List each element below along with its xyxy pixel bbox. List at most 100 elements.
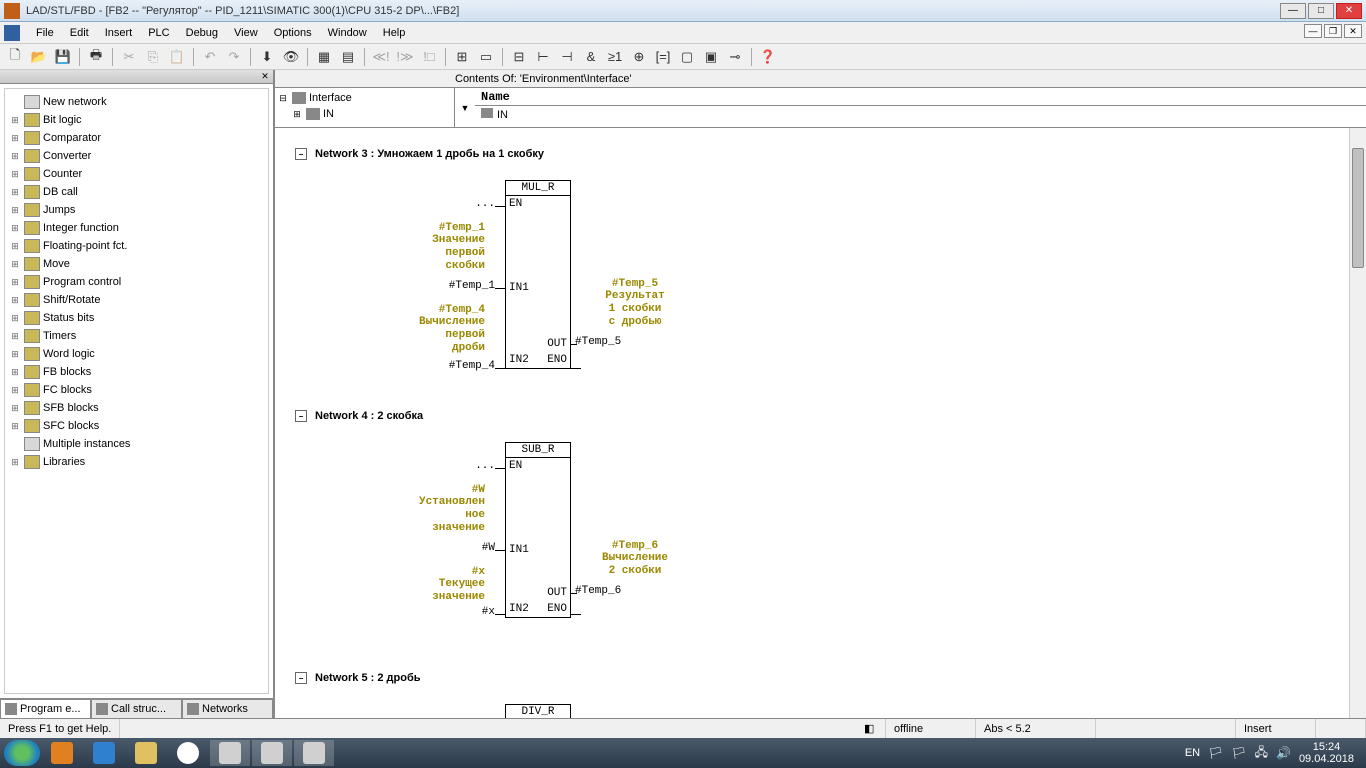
tree-sfc-blocks[interactable]: ⊞SFC blocks bbox=[9, 417, 264, 435]
in1-var[interactable]: #Temp_1 bbox=[415, 280, 495, 292]
tree-move[interactable]: ⊞Move bbox=[9, 255, 264, 273]
tab-program-elements[interactable]: Program e... bbox=[0, 699, 91, 718]
in2-var[interactable]: #Temp_4 bbox=[415, 360, 495, 372]
compare-icon[interactable]: ▣ bbox=[700, 46, 722, 68]
tree-libraries[interactable]: ⊞Libraries bbox=[9, 453, 264, 471]
menu-options[interactable]: Options bbox=[266, 25, 320, 41]
print-icon[interactable]: 🖶 bbox=[85, 46, 107, 68]
tree-sfb-blocks[interactable]: ⊞SFB blocks bbox=[9, 399, 264, 417]
sub-r-block[interactable]: SUB_R EN IN1 OUT IN2ENO bbox=[505, 442, 571, 618]
inner-restore-button[interactable]: ❐ bbox=[1324, 24, 1342, 38]
clock[interactable]: 15:24 09.04.2018 bbox=[1299, 741, 1354, 765]
taskbar-chrome[interactable] bbox=[168, 740, 208, 766]
tree-integer-function[interactable]: ⊞Integer function bbox=[9, 219, 264, 237]
tab-networks[interactable]: Networks bbox=[182, 699, 273, 718]
mul-r-block[interactable]: MUL_R EN IN1 OUT IN2ENO bbox=[505, 180, 571, 369]
tree-jumps[interactable]: ⊞Jumps bbox=[9, 201, 264, 219]
tree-counter[interactable]: ⊞Counter bbox=[9, 165, 264, 183]
network-3[interactable]: −Network 3 : Умножаем 1 дробь на 1 скобк… bbox=[275, 148, 1366, 380]
flag-icon[interactable]: 🏳 bbox=[1208, 746, 1223, 760]
tab-call-structure[interactable]: Call struc... bbox=[91, 699, 182, 718]
menu-view[interactable]: View bbox=[226, 25, 266, 41]
sidebar-close-icon[interactable]: ✕ bbox=[259, 70, 271, 82]
tree-fc-blocks[interactable]: ⊞FC blocks bbox=[9, 381, 264, 399]
network-insert-icon[interactable]: ⊟ bbox=[508, 46, 530, 68]
in1-var[interactable]: #W bbox=[445, 542, 495, 554]
tree-shift-rotate[interactable]: ⊞Shift/Rotate bbox=[9, 291, 264, 309]
minimize-button[interactable]: — bbox=[1280, 3, 1306, 19]
tree-new-network[interactable]: New network bbox=[9, 93, 264, 111]
menu-window[interactable]: Window bbox=[320, 25, 375, 41]
elements-tree[interactable]: New network ⊞Bit logic ⊞Comparator ⊞Conv… bbox=[4, 88, 269, 694]
assign-icon[interactable]: [=] bbox=[652, 46, 674, 68]
network-4[interactable]: −Network 4 : 2 скобка SUB_R EN IN1 OUT I… bbox=[275, 410, 1366, 642]
tree-timers[interactable]: ⊞Timers bbox=[9, 327, 264, 345]
tree-program-control[interactable]: ⊞Program control bbox=[9, 273, 264, 291]
tree-status-bits[interactable]: ⊞Status bits bbox=[9, 309, 264, 327]
start-button[interactable] bbox=[4, 740, 40, 766]
or-box-icon[interactable]: ≥1 bbox=[604, 46, 626, 68]
view-overview-icon[interactable]: ⊞ bbox=[451, 46, 473, 68]
inner-close-button[interactable]: ✕ bbox=[1344, 24, 1362, 38]
menu-edit[interactable]: Edit bbox=[62, 25, 97, 41]
collapse-icon[interactable]: − bbox=[295, 148, 307, 160]
scrollbar-thumb[interactable] bbox=[1352, 148, 1364, 268]
menu-help[interactable]: Help bbox=[375, 25, 414, 41]
catalog-icon[interactable]: ▦ bbox=[313, 46, 335, 68]
tree-bit-logic[interactable]: ⊞Bit logic bbox=[9, 111, 264, 129]
taskbar-explorer[interactable] bbox=[126, 740, 166, 766]
collapse-icon[interactable]: − bbox=[295, 410, 307, 422]
menu-insert[interactable]: Insert bbox=[97, 25, 141, 41]
tree-multiple-instances[interactable]: Multiple instances bbox=[9, 435, 264, 453]
save-icon[interactable]: 💾 bbox=[52, 46, 74, 68]
branch-open-icon[interactable]: ⊢ bbox=[532, 46, 554, 68]
tree-floating-point[interactable]: ⊞Floating-point fct. bbox=[9, 237, 264, 255]
en-value[interactable]: ... bbox=[435, 198, 495, 210]
en-value[interactable]: ... bbox=[435, 460, 495, 472]
div-r-block[interactable]: DIV_R EN bbox=[505, 704, 571, 718]
maximize-button[interactable]: □ bbox=[1308, 3, 1334, 19]
folder-icon bbox=[24, 185, 40, 199]
in2-var[interactable]: #x bbox=[445, 606, 495, 618]
branch-close-icon[interactable]: ⊣ bbox=[556, 46, 578, 68]
open-icon[interactable]: 📂 bbox=[28, 46, 50, 68]
menu-file[interactable]: File bbox=[28, 25, 62, 41]
vertical-scrollbar[interactable] bbox=[1349, 128, 1366, 718]
tree-comparator[interactable]: ⊞Comparator bbox=[9, 129, 264, 147]
taskbar-media-player[interactable] bbox=[42, 740, 82, 766]
interface-tree[interactable]: ⊟Interface ⊞IN bbox=[275, 88, 455, 127]
network-icon[interactable]: 🖧 bbox=[1255, 743, 1268, 764]
tree-fb-blocks[interactable]: ⊞FB blocks bbox=[9, 363, 264, 381]
volume-icon[interactable]: 🔊 bbox=[1276, 746, 1291, 760]
and-box-icon[interactable]: & bbox=[580, 46, 602, 68]
tree-db-call[interactable]: ⊞DB call bbox=[9, 183, 264, 201]
menu-plc[interactable]: PLC bbox=[140, 25, 177, 41]
action-center-icon[interactable]: 🏳 bbox=[1231, 746, 1246, 760]
out-var[interactable]: #Temp_5 bbox=[575, 336, 621, 348]
network-5[interactable]: −Network 5 : 2 дробь DIV_R EN ... bbox=[275, 672, 1366, 718]
out-var[interactable]: #Temp_6 bbox=[575, 585, 621, 597]
download-icon[interactable]: ⬇ bbox=[256, 46, 278, 68]
xor-box-icon[interactable]: ⊕ bbox=[628, 46, 650, 68]
ref-icon[interactable]: ▤ bbox=[337, 46, 359, 68]
menu-debug[interactable]: Debug bbox=[178, 25, 226, 41]
tree-converter[interactable]: ⊞Converter bbox=[9, 147, 264, 165]
connector-icon[interactable]: ▢ bbox=[676, 46, 698, 68]
new-icon[interactable]: 🗋 bbox=[4, 46, 26, 68]
dropdown-icon[interactable]: ▼ bbox=[461, 103, 470, 113]
view-detail-icon[interactable]: ▭ bbox=[475, 46, 497, 68]
negate-icon[interactable]: ⊸ bbox=[724, 46, 746, 68]
language-indicator[interactable]: EN bbox=[1185, 747, 1200, 759]
taskbar-paint[interactable] bbox=[294, 740, 334, 766]
tree-word-logic[interactable]: ⊞Word logic bbox=[9, 345, 264, 363]
monitor-icon[interactable]: 👁 bbox=[280, 46, 302, 68]
taskbar-simatic[interactable] bbox=[252, 740, 292, 766]
taskbar-ie[interactable] bbox=[84, 740, 124, 766]
ladder-canvas[interactable]: −Network 3 : Умножаем 1 дробь на 1 скобк… bbox=[275, 128, 1366, 718]
help-icon[interactable]: ❓ bbox=[757, 46, 779, 68]
taskbar-app1[interactable] bbox=[210, 740, 250, 766]
collapse-icon[interactable]: − bbox=[295, 672, 307, 684]
inner-minimize-button[interactable]: — bbox=[1304, 24, 1322, 38]
interface-table[interactable]: Name IN bbox=[475, 88, 1366, 127]
close-button[interactable]: ✕ bbox=[1336, 3, 1362, 19]
